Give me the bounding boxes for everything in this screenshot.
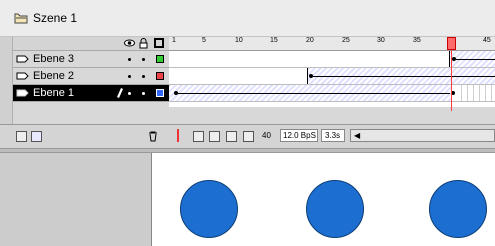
edit-multiple-frames-icon[interactable] [226,131,237,142]
empty-frames [456,85,495,101]
playhead-handle[interactable] [447,37,456,50]
tween-arrow [313,76,495,77]
outline-icon[interactable] [154,38,164,48]
blue-circle[interactable] [429,180,487,238]
pencil-icon [117,88,123,101]
layer-name[interactable]: Ebene 1 [33,87,74,99]
visibility-dot[interactable] [128,58,131,61]
time-box: 3.3s [321,129,345,142]
add-layer-icon[interactable] [16,131,27,142]
onion-markers-icon[interactable] [243,131,254,142]
visibility-dot[interactable] [128,75,131,78]
ruler-tick: 10 [235,37,243,44]
frame-grid[interactable] [169,51,495,107]
lock-dot[interactable] [142,92,145,95]
elapsed-time: 3.3s [325,131,341,140]
tween-arrow [456,59,495,60]
scroll-left-icon[interactable]: ◀ [354,131,360,140]
fps-box[interactable]: 12.0 BpS [280,129,318,142]
ruler-tick: 45 [483,37,491,44]
layer-color-swatch[interactable] [156,55,164,63]
blue-circle[interactable] [306,180,364,238]
add-guide-layer-icon[interactable] [31,131,42,142]
lock-dot[interactable] [142,75,145,78]
ruler-tick: 20 [306,37,314,44]
scene-bar: Szene 1 [0,0,495,37]
timeline-status-bar: 40 12.0 BpS 3.3s ◀ [0,124,495,148]
trash-icon[interactable] [148,131,158,145]
frame-row-ebene-3[interactable] [169,51,495,68]
layer-row-ebene-2[interactable]: Ebene 2 [13,68,169,85]
layer-name[interactable]: Ebene 3 [33,53,74,65]
layer-color-swatch[interactable] [156,89,164,97]
scene-title[interactable]: Szene 1 [33,11,77,25]
ruler-tick: 30 [377,37,385,44]
scene-icon[interactable] [14,12,28,24]
layer-icon [16,72,29,80]
layer-header [13,37,169,51]
layer-row-ebene-1[interactable]: Ebene 1 [13,85,169,102]
eye-icon[interactable] [124,38,135,51]
ruler-tick: 1 [172,37,176,44]
fps-value: 12.0 BpS [283,131,316,140]
onion-outline-icon[interactable] [209,131,220,142]
lock-icon[interactable] [139,38,148,52]
tween-arrow [178,93,450,94]
ruler-tick: 35 [413,37,421,44]
current-frame: 40 [262,131,271,140]
onion-skin-icon[interactable] [193,131,204,142]
layer-row-ebene-3[interactable]: Ebene 3 [13,51,169,68]
center-frame-icon[interactable] [177,129,179,142]
layer-name[interactable]: Ebene 2 [33,70,74,82]
layer-color-swatch[interactable] [156,72,164,80]
ruler-tick: 25 [342,37,350,44]
stage[interactable] [151,153,495,246]
layer-icon [16,89,29,97]
visibility-dot[interactable] [128,92,131,95]
lock-dot[interactable] [142,58,145,61]
frame-row-ebene-1[interactable] [169,85,495,102]
horizontal-scrollbar[interactable]: ◀ [350,129,495,142]
blue-circle[interactable] [180,180,238,238]
ruler-tick: 15 [270,37,278,44]
layer-icon [16,55,29,63]
frame-row-ebene-2[interactable] [169,68,495,85]
ruler-tick: 5 [202,37,206,44]
